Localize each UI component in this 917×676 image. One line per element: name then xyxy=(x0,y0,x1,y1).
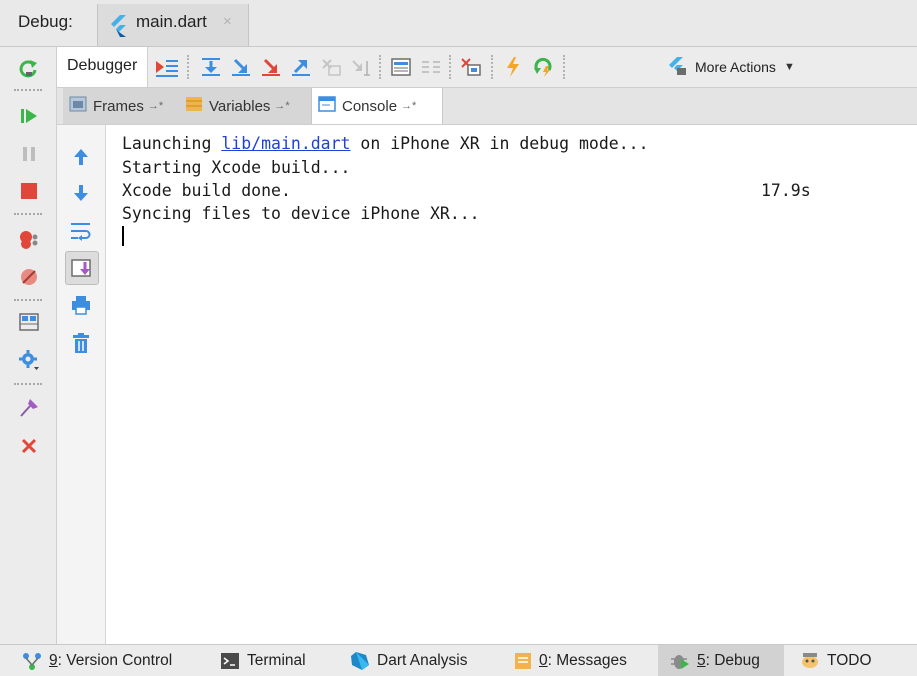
mute-breakpoints-icon[interactable] xyxy=(18,266,40,288)
toolbar-separator xyxy=(563,55,565,79)
step-out-icon[interactable] xyxy=(289,55,313,79)
pause-icon[interactable] xyxy=(18,143,40,165)
terminal-label: Terminal xyxy=(247,651,306,669)
rerun-icon[interactable] xyxy=(18,57,40,79)
console-line: Xcode build done. xyxy=(122,181,291,200)
resume-icon[interactable] xyxy=(18,105,40,127)
print-icon[interactable] xyxy=(69,293,93,317)
tool-window-bar: 9 : Version Control Terminal Dart Analys… xyxy=(0,644,917,676)
console-line: Launching lib/main.dart on iPhone XR in … xyxy=(122,134,649,153)
tab-debugger-label: Debugger xyxy=(67,57,138,74)
toolbar-separator xyxy=(14,383,42,385)
tab-variables[interactable]: Variables →* xyxy=(179,88,313,124)
more-actions-label: More Actions xyxy=(695,59,776,75)
tab-variables-label: Variables xyxy=(209,97,271,115)
file-tab-label: main.dart xyxy=(136,12,207,31)
debug-button[interactable]: 5 : Debug xyxy=(658,645,784,676)
version-control-icon xyxy=(22,652,42,670)
console-text: on iPhone XR in debug mode... xyxy=(350,134,649,153)
run-to-cursor-icon[interactable] xyxy=(349,55,373,79)
console-line: Starting Xcode build... xyxy=(122,158,351,177)
toolbar-separator xyxy=(449,55,451,79)
flutter-icon xyxy=(108,15,128,42)
close-icon[interactable] xyxy=(18,435,40,457)
dart-analysis-button[interactable]: Dart Analysis xyxy=(350,645,467,676)
stop-icon[interactable] xyxy=(18,180,40,202)
console-output[interactable]: Launching lib/main.dart on iPhone XR in … xyxy=(106,125,917,644)
tab-variables-arrow: →* xyxy=(274,100,290,112)
tab-console-arrow: →* xyxy=(401,100,417,112)
console-text: Launching xyxy=(122,134,222,153)
evaluate-expression-icon[interactable] xyxy=(389,55,413,79)
version-control-label: : Version Control xyxy=(57,651,173,669)
open-devtools-icon[interactable] xyxy=(459,55,483,79)
more-actions-button[interactable]: More Actions ▼ xyxy=(667,55,795,79)
terminal-icon xyxy=(220,652,240,670)
up-stack-icon[interactable] xyxy=(69,145,93,169)
drop-frame-icon[interactable] xyxy=(319,55,343,79)
debugger-sub-tabs: Frames →* Variables →* Console →* xyxy=(57,88,917,125)
tab-frames[interactable]: Frames →* xyxy=(63,88,181,124)
todo-icon xyxy=(800,652,820,670)
hot-restart-icon[interactable] xyxy=(531,55,555,79)
toolbar-separator xyxy=(14,299,42,301)
debug-icon xyxy=(670,651,690,671)
todo-label: TODO xyxy=(827,651,872,669)
soft-wrap-icon[interactable] xyxy=(69,219,93,243)
file-link[interactable]: lib/main.dart xyxy=(221,134,350,153)
version-control-button[interactable]: 9 : Version Control xyxy=(22,645,172,676)
messages-button[interactable]: 0 : Messages xyxy=(514,645,627,676)
text-cursor xyxy=(122,226,124,246)
messages-label: : Messages xyxy=(547,651,627,669)
debugger-toolbar: Debugger More Actions ▼ xyxy=(57,47,917,88)
tab-frames-arrow: →* xyxy=(147,100,164,112)
debug-tab-bar: Debug: main.dart × xyxy=(0,0,917,47)
file-tab-main-dart[interactable]: main.dart × xyxy=(97,4,249,46)
toolbar-separator xyxy=(14,213,42,215)
debug-hotkey: 5 xyxy=(697,651,706,669)
debug-left-toolbar xyxy=(0,47,57,644)
terminal-button[interactable]: Terminal xyxy=(220,645,306,676)
toolbar-separator xyxy=(187,55,189,79)
dart-analysis-icon xyxy=(350,651,370,671)
version-control-hotkey: 9 xyxy=(49,651,58,669)
toolbar-separator xyxy=(14,89,42,91)
console-line: Syncing files to device iPhone XR... xyxy=(122,204,480,223)
debug-label: Debug: xyxy=(18,12,73,31)
toolbar-separator xyxy=(491,55,493,79)
debug-label: : Debug xyxy=(705,651,760,669)
todo-button[interactable]: TODO xyxy=(800,645,872,676)
dart-analysis-label: Dart Analysis xyxy=(377,651,468,669)
view-breakpoints-icon[interactable] xyxy=(18,229,40,251)
flutter-actions-icon xyxy=(667,56,687,79)
scroll-to-end-icon[interactable] xyxy=(65,251,99,285)
restore-layout-icon[interactable] xyxy=(18,311,40,333)
build-duration: 17.9s xyxy=(761,181,811,200)
step-into-icon[interactable] xyxy=(229,55,253,79)
pin-icon[interactable] xyxy=(18,397,40,419)
tab-console[interactable]: Console →* xyxy=(311,88,443,124)
frames-icon xyxy=(69,96,87,116)
tab-debugger[interactable]: Debugger xyxy=(57,47,148,87)
messages-hotkey: 0 xyxy=(539,651,548,669)
show-execution-point-icon[interactable] xyxy=(155,55,179,79)
chevron-down-icon: ▼ xyxy=(783,61,795,73)
settings-icon[interactable] xyxy=(18,349,40,371)
messages-icon xyxy=(514,652,532,670)
trace-icon[interactable] xyxy=(419,55,443,79)
tab-frames-label: Frames xyxy=(93,97,144,115)
down-stack-icon[interactable] xyxy=(69,181,93,205)
clear-all-icon[interactable] xyxy=(69,331,93,355)
force-step-into-icon[interactable] xyxy=(259,55,283,79)
hot-reload-icon[interactable] xyxy=(501,55,525,79)
toolbar-separator xyxy=(379,55,381,79)
variables-icon xyxy=(185,96,203,116)
tab-console-label: Console xyxy=(342,97,398,115)
console-icon xyxy=(318,96,336,116)
console-toolbar xyxy=(57,125,106,644)
step-over-icon[interactable] xyxy=(199,55,223,79)
close-tab-icon[interactable]: × xyxy=(223,13,232,30)
